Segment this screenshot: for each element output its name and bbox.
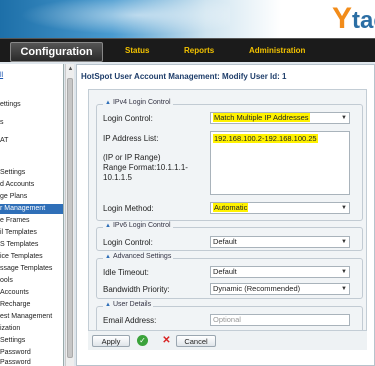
email-field[interactable]: Optional	[210, 314, 350, 326]
sidebar-item[interactable]: Accounts	[0, 288, 29, 298]
ip-hint: (IP or IP Range)	[103, 153, 161, 162]
advanced-section: ▲ Advanced Settings Idle Timeout: Default…	[96, 253, 363, 299]
sidebar-scrollbar[interactable]: ▲	[65, 64, 74, 366]
login-control-label: Login Control:	[103, 114, 153, 123]
ipv6-legend[interactable]: ▲ IPv6 Login Control	[103, 222, 173, 229]
logo-mark: Y	[332, 2, 353, 35]
login-method-label: Login Method:	[103, 204, 154, 213]
scroll-up-icon[interactable]: ▲	[67, 66, 74, 73]
sidebar-item-user-management[interactable]: r Management	[0, 204, 63, 214]
ip-hint: Range Format:10.1.1.1-	[103, 163, 188, 172]
ipv4-section: ▲ IPv4 Login Control Login Control: Match…	[96, 99, 363, 221]
sidebar-item[interactable]: s	[0, 118, 4, 128]
ip-hint: 10.1.1.5	[103, 173, 132, 182]
nav-configuration[interactable]: Configuration	[10, 42, 103, 62]
sidebar-item[interactable]: Settings	[0, 336, 25, 346]
ipv4-login-control-select[interactable]: Match Multiple IP Addresses ▼	[210, 112, 350, 124]
scroll-thumb[interactable]	[67, 78, 73, 358]
apply-button[interactable]: Apply	[92, 335, 130, 347]
collapse-icon[interactable]: ▲	[105, 100, 111, 106]
sidebar-item[interactable]: Settings	[0, 168, 25, 178]
brand-logo: Ytac	[332, 2, 375, 36]
sidebar-item[interactable]: il Templates	[0, 228, 37, 238]
chevron-down-icon: ▼	[341, 115, 347, 121]
idle-timeout-label: Idle Timeout:	[103, 268, 149, 277]
idle-timeout-select[interactable]: Default ▼	[210, 266, 350, 278]
sidebar-item[interactable]: e Frames	[0, 216, 30, 226]
sidebar-item[interactable]: AT	[0, 136, 8, 146]
sidebar-item[interactable]: ization	[0, 324, 20, 334]
bandwidth-priority-select[interactable]: Dynamic (Recommended) ▼	[210, 283, 350, 295]
nav-status[interactable]: Status	[125, 39, 149, 63]
close-icon[interactable]: ✕	[161, 335, 172, 346]
advanced-legend[interactable]: ▲ Advanced Settings	[103, 253, 174, 260]
user-details-legend[interactable]: ▲ User Details	[103, 301, 154, 308]
sidebar: ll ettings s AT Settings d Accounts ge P…	[0, 64, 64, 366]
page-title: HotSpot User Account Management: Modify …	[81, 72, 287, 81]
ipv6-section: ▲ IPv6 Login Control Login Control: Defau…	[96, 222, 363, 251]
cancel-button[interactable]: Cancel	[176, 335, 216, 347]
chevron-down-icon: ▼	[341, 269, 347, 275]
sidebar-item[interactable]: ge Plans	[0, 192, 27, 202]
bandwidth-priority-label: Bandwidth Priority:	[103, 285, 170, 294]
chevron-down-icon: ▼	[341, 239, 347, 245]
header-banner: Ytac	[0, 0, 375, 38]
sidebar-item[interactable]: ools	[0, 276, 13, 286]
sidebar-item[interactable]: ssage Templates	[0, 264, 52, 274]
sidebar-item[interactable]: Password	[0, 358, 31, 366]
collapse-icon[interactable]: ▲	[105, 223, 111, 229]
nav-administration[interactable]: Administration	[249, 39, 305, 63]
chevron-down-icon: ▼	[341, 286, 347, 292]
sidebar-item[interactable]: est Management	[0, 312, 52, 322]
logo-text: tac	[352, 7, 375, 34]
main-nav: Configuration Status Reports Administrat…	[0, 38, 375, 62]
ipv4-legend[interactable]: ▲ IPv4 Login Control	[103, 99, 173, 106]
ip-list-textarea[interactable]: 192.168.100.2-192.168.100.25	[210, 131, 350, 195]
main-content: HotSpot User Account Management: Modify …	[76, 64, 375, 366]
ipv6-login-control-label: Login Control:	[103, 238, 153, 247]
ip-list-label: IP Address List:	[103, 134, 159, 143]
chevron-down-icon: ▼	[341, 205, 347, 211]
collapse-icon[interactable]: ▲	[105, 302, 111, 308]
sidebar-item[interactable]: ll	[0, 71, 3, 81]
collapse-icon[interactable]: ▲	[105, 254, 111, 260]
form-panel: ▲ IPv4 Login Control Login Control: Match…	[88, 89, 367, 347]
ipv6-login-control-select[interactable]: Default ▼	[210, 236, 350, 248]
sidebar-item[interactable]: ice Templates	[0, 252, 43, 262]
email-label: Email Address:	[103, 316, 157, 325]
sidebar-item[interactable]: Password	[0, 348, 31, 358]
sidebar-item[interactable]: ettings	[0, 100, 21, 110]
sidebar-item[interactable]: Recharge	[0, 300, 30, 310]
nav-reports[interactable]: Reports	[184, 39, 214, 63]
sidebar-item[interactable]: S Templates	[0, 240, 38, 250]
banner-artwork	[0, 0, 230, 38]
check-icon[interactable]: ✓	[137, 335, 148, 346]
sidebar-item[interactable]: d Accounts	[0, 180, 34, 190]
login-method-select[interactable]: Automatic ▼	[210, 202, 350, 214]
action-bar: Apply ✓ ✕ Cancel	[88, 330, 367, 350]
